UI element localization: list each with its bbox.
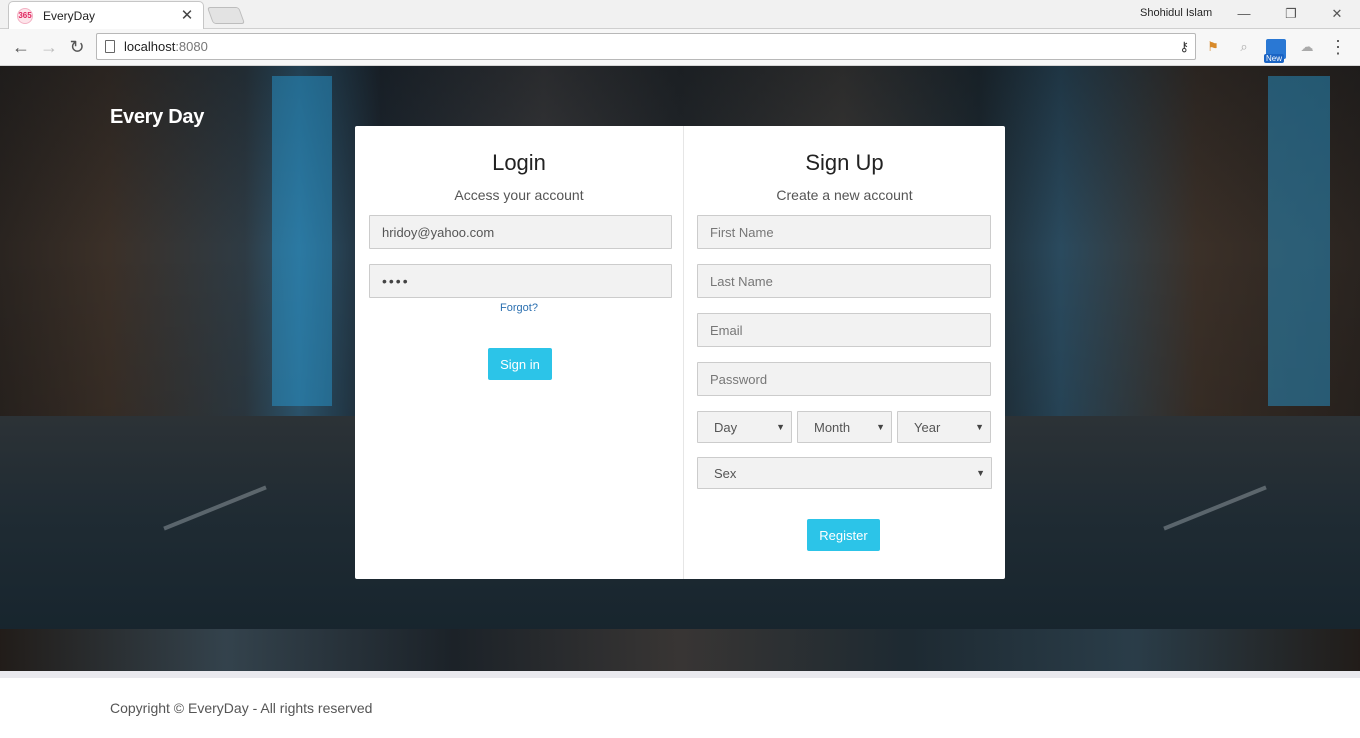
chevron-down-icon: ▼ <box>876 422 885 432</box>
url-port: :8080 <box>175 39 208 54</box>
chevron-down-icon: ▼ <box>976 468 985 478</box>
sex-select[interactable]: Sex ▼ <box>697 457 992 489</box>
login-panel: Login Access your account hridoy@yahoo.c… <box>355 126 684 579</box>
day-select-value: Day <box>714 419 738 435</box>
year-select[interactable]: Year ▼ <box>897 411 991 443</box>
day-select[interactable]: Day ▼ <box>697 411 792 443</box>
month-select[interactable]: Month ▼ <box>797 411 892 443</box>
login-title: Login <box>492 150 546 175</box>
new-tab-button[interactable] <box>206 7 246 24</box>
address-bar[interactable]: localhost :8080 ⚷ <box>96 33 1196 60</box>
chevron-down-icon: ▼ <box>776 422 785 432</box>
first-name-field[interactable]: First Name <box>697 215 991 249</box>
brand-logo[interactable]: Every Day <box>110 106 204 129</box>
window-close-button[interactable]: ✕ <box>1325 4 1349 24</box>
month-select-value: Month <box>814 419 851 435</box>
tab-title: EveryDay <box>43 8 96 23</box>
page-icon <box>105 40 115 53</box>
signup-title: Sign Up <box>805 150 884 175</box>
browser-toolbar: ← → ↻ localhost :8080 ⚷ ⚑ ⌕ New ☁ ⋮ <box>0 29 1360 66</box>
search-extension-icon[interactable]: ⌕ <box>1235 38 1253 56</box>
footer-separator <box>0 671 1360 678</box>
back-button[interactable]: ← <box>9 35 33 59</box>
login-password-field[interactable]: •••• <box>369 264 672 298</box>
password-field[interactable]: Password <box>697 362 991 396</box>
minimize-button[interactable]: — <box>1232 4 1256 24</box>
restore-button[interactable]: ❐ <box>1279 4 1303 24</box>
signin-button[interactable]: Sign in <box>488 348 552 380</box>
building-light <box>272 76 332 406</box>
new-extension-icon[interactable]: New <box>1264 39 1286 63</box>
email-field[interactable]: Email <box>697 313 991 347</box>
hero-strip <box>0 629 1360 671</box>
tab-close-icon[interactable]: ✕ <box>179 7 195 24</box>
year-select-value: Year <box>914 419 941 435</box>
key-icon[interactable]: ⚷ <box>1179 39 1189 55</box>
forward-button[interactable]: → <box>37 35 61 59</box>
signup-panel: Sign Up Create a new account First Name … <box>684 126 1005 579</box>
new-badge: New <box>1264 54 1285 63</box>
profile-name[interactable]: Shohidul Islam <box>1140 7 1212 19</box>
sex-select-value: Sex <box>714 465 737 481</box>
reload-button[interactable]: ↻ <box>65 35 89 59</box>
last-name-field[interactable]: Last Name <box>697 264 991 298</box>
browser-tab[interactable]: 365 EveryDay ✕ <box>8 1 204 29</box>
browser-tab-bar: 365 EveryDay ✕ Shohidul Islam — ❐ ✕ <box>0 0 1360 29</box>
building-light <box>1268 76 1330 406</box>
signup-subtitle: Create a new account <box>776 187 913 203</box>
site-favicon-icon: 365 <box>17 7 33 24</box>
register-button[interactable]: Register <box>807 519 880 551</box>
cloud-extension-icon[interactable]: ☁ <box>1298 38 1316 56</box>
auth-card: Login Access your account hridoy@yahoo.c… <box>355 126 1005 579</box>
browser-menu-icon[interactable]: ⋮ <box>1326 35 1350 59</box>
login-subtitle: Access your account <box>454 187 584 203</box>
bookmark-extension-icon[interactable]: ⚑ <box>1204 38 1222 56</box>
forgot-password-link[interactable]: Forgot? <box>355 302 683 314</box>
chevron-down-icon: ▼ <box>975 422 984 432</box>
copyright-text: Copyright © EveryDay - All rights reserv… <box>110 700 373 716</box>
url-host: localhost <box>124 39 176 54</box>
login-email-field[interactable]: hridoy@yahoo.com <box>369 215 672 249</box>
